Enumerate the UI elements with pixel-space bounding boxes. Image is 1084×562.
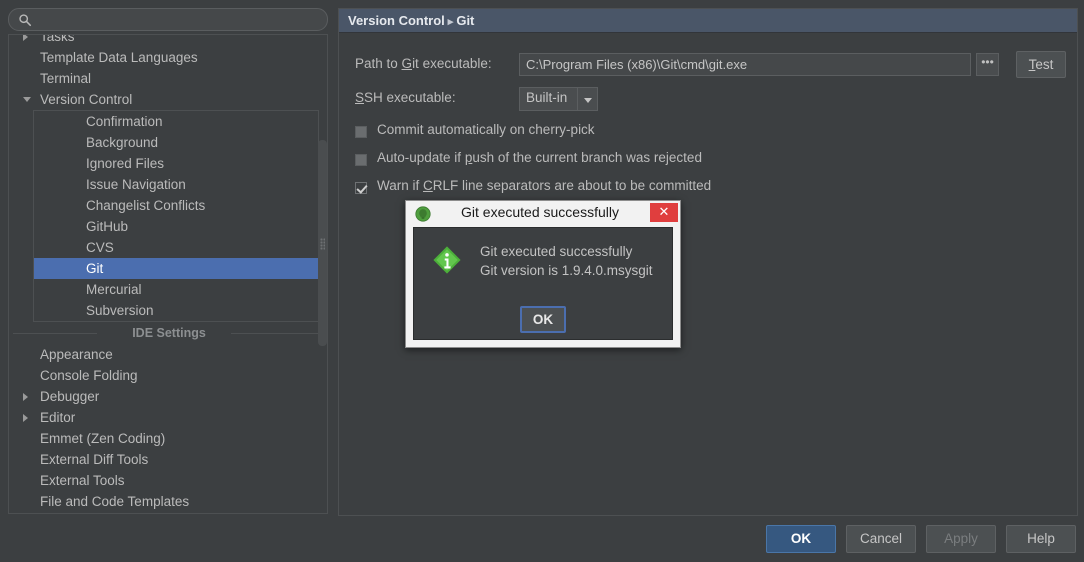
checkbox-label: Commit automatically on cherry-pick	[377, 122, 595, 137]
sidebar-item-label: GitHub	[86, 216, 128, 237]
sidebar-item-console-folding[interactable]: Console Folding	[9, 365, 328, 386]
test-button[interactable]: Test	[1016, 51, 1066, 78]
ssh-executable-value: Built-in	[526, 90, 567, 105]
sidebar-item-label: Ignored Files	[86, 153, 164, 174]
app-logo-icon	[415, 206, 431, 222]
sidebar-item-file-and-code-templates[interactable]: File and Code Templates	[9, 491, 328, 512]
dialog-titlebar[interactable]: Git executed successfully ✕	[406, 201, 680, 227]
close-icon[interactable]: ✕	[650, 203, 678, 222]
search-box[interactable]	[8, 8, 328, 31]
sidebar-item-label: Mercurial	[86, 279, 142, 300]
help-button[interactable]: Help	[1006, 525, 1076, 553]
ssh-executable-select[interactable]: Built-in	[519, 87, 598, 111]
sidebar-item-emmet-zen-coding[interactable]: Emmet (Zen Coding)	[9, 428, 328, 449]
checkbox-box[interactable]	[355, 154, 367, 166]
breadcrumb-current: Git	[456, 13, 474, 28]
sidebar-item-label: Confirmation	[86, 111, 163, 132]
sidebar-item-editor[interactable]: Editor	[9, 407, 328, 428]
sidebar-item-tasks[interactable]: Tasks	[9, 34, 328, 47]
dialog-footer: OK Cancel Apply Help	[0, 516, 1084, 562]
cancel-button[interactable]: Cancel	[846, 525, 916, 553]
sidebar-item-version-control[interactable]: Version Control	[9, 89, 328, 110]
dialog-message: Git executed successfully Git version is…	[480, 242, 664, 280]
browse-button[interactable]: •••	[976, 53, 999, 76]
sidebar-item-subversion[interactable]: Subversion	[34, 300, 318, 321]
search-icon	[18, 13, 32, 27]
dialog-body: Git executed successfully Git version is…	[413, 227, 673, 340]
info-diamond-icon	[432, 245, 462, 275]
sidebar-item-background[interactable]: Background	[34, 132, 318, 153]
sidebar-item-debugger[interactable]: Debugger	[9, 386, 328, 407]
path-to-git-input[interactable]: C:\Program Files (x86)\Git\cmd\git.exe	[519, 53, 971, 76]
checkbox-box[interactable]	[355, 126, 367, 138]
chevron-right-icon[interactable]	[23, 414, 28, 422]
git-result-dialog: Git executed successfully ✕ Git executed…	[405, 200, 681, 348]
sidebar-item-label: Template Data Languages	[40, 47, 198, 68]
settings-tree[interactable]: TasksTemplate Data LanguagesTerminalVers…	[8, 34, 328, 514]
dialog-message-line-1: Git executed successfully	[480, 242, 664, 261]
search-container	[8, 8, 328, 31]
settings-tree-content: TasksTemplate Data LanguagesTerminalVers…	[9, 34, 328, 512]
dialog-ok-button[interactable]: OK	[520, 306, 566, 333]
path-to-git-label: Path to Git executable:	[355, 56, 492, 71]
ide-settings-section-header: IDE Settings	[9, 322, 328, 344]
sidebar-item-label: Background	[86, 132, 158, 153]
sidebar-item-cvs[interactable]: CVS	[34, 237, 318, 258]
sidebar-item-label: Version Control	[40, 89, 132, 110]
sidebar-item-issue-navigation[interactable]: Issue Navigation	[34, 174, 318, 195]
sidebar-item-label: CVS	[86, 237, 114, 258]
sidebar-item-terminal[interactable]: Terminal	[9, 68, 328, 89]
apply-button[interactable]: Apply	[926, 525, 996, 553]
checkbox-label: Warn if CRLF line separators are about t…	[377, 178, 711, 193]
sidebar-item-external-diff-tools[interactable]: External Diff Tools	[9, 449, 328, 470]
sidebar-item-label: Subversion	[86, 300, 154, 321]
chevron-right-icon[interactable]	[23, 393, 28, 401]
sidebar-item-label: Editor	[40, 407, 75, 428]
sidebar-item-label: File and Code Templates	[40, 491, 189, 512]
sidebar-item-ignored-files[interactable]: Ignored Files	[34, 153, 318, 174]
chevron-right-icon[interactable]	[23, 34, 28, 41]
dialog-title: Git executed successfully	[448, 204, 632, 220]
breadcrumb: Version Control▸Git	[339, 9, 1077, 33]
chevron-down-icon[interactable]	[23, 97, 31, 102]
sidebar-item-label: Debugger	[40, 386, 99, 407]
settings-tree-scrollbar[interactable]	[318, 140, 327, 346]
sidebar-item-mercurial[interactable]: Mercurial	[34, 279, 318, 300]
ok-button[interactable]: OK	[766, 525, 836, 553]
settings-navigation-panel: TasksTemplate Data LanguagesTerminalVers…	[0, 0, 336, 522]
sidebar-item-template-data-languages[interactable]: Template Data Languages	[9, 47, 328, 68]
chevron-down-icon[interactable]	[577, 88, 597, 110]
checkbox-label: Auto-update if push of the current branc…	[377, 150, 702, 165]
sidebar-item-label: Console Folding	[40, 365, 138, 386]
sidebar-item-label: Git	[86, 258, 103, 279]
sidebar-item-changelist-conflicts[interactable]: Changelist Conflicts	[34, 195, 318, 216]
sidebar-item-confirmation[interactable]: Confirmation	[34, 111, 318, 132]
sidebar-item-label: Terminal	[40, 68, 91, 89]
breadcrumb-separator-icon: ▸	[445, 16, 457, 28]
ide-settings-label: IDE Settings	[126, 326, 212, 340]
path-to-git-row: Path to Git executable: C:\Program Files…	[339, 53, 1077, 79]
sidebar-item-external-tools[interactable]: External Tools	[9, 470, 328, 491]
sidebar-item-appearance[interactable]: Appearance	[9, 344, 328, 365]
ssh-executable-label: SSH executable:	[355, 90, 456, 105]
sidebar-item-label: Appearance	[40, 344, 113, 365]
sidebar-item-label: External Diff Tools	[40, 449, 148, 470]
sidebar-item-label: External Tools	[40, 470, 125, 491]
breadcrumb-parent: Version Control	[348, 13, 445, 28]
sidebar-item-label: Changelist Conflicts	[86, 195, 205, 216]
dialog-message-line-2: Git version is 1.9.4.0.msysgit	[480, 261, 664, 280]
sidebar-item-git[interactable]: Git	[34, 258, 318, 279]
version-control-subtree: ConfirmationBackgroundIgnored FilesIssue…	[33, 110, 319, 322]
ssh-executable-row: SSH executable: Built-in	[339, 87, 1077, 113]
sidebar-item-label: Emmet (Zen Coding)	[40, 428, 165, 449]
search-input[interactable]	[37, 11, 319, 29]
sidebar-item-label: Tasks	[40, 34, 75, 47]
checkbox-box[interactable]	[355, 182, 367, 194]
sidebar-item-github[interactable]: GitHub	[34, 216, 318, 237]
sidebar-item-label: Issue Navigation	[86, 174, 186, 195]
